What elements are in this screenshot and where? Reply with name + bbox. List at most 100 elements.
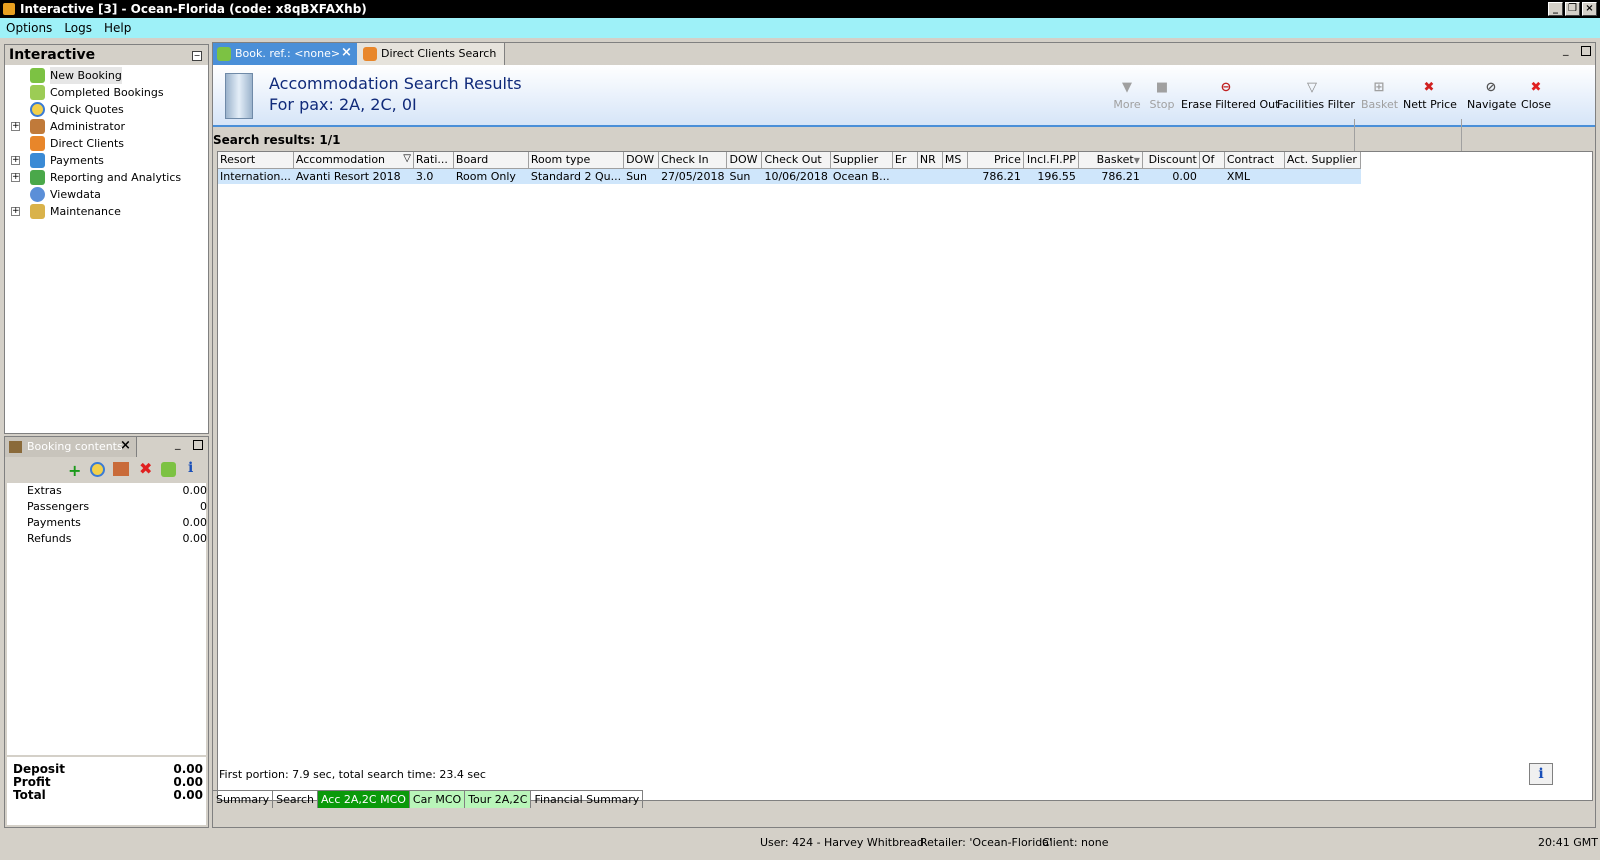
close-tab-icon[interactable]: ×: [341, 45, 352, 60]
clock-icon[interactable]: [90, 462, 105, 477]
payments-icon: [30, 153, 45, 168]
maximize-panel-icon[interactable]: [193, 440, 203, 450]
nav-item-direct-clients[interactable]: Direct Clients: [5, 135, 205, 152]
column-header[interactable]: DOW: [726, 152, 763, 169]
delete-icon[interactable]: ✖: [139, 459, 152, 478]
erase-filtered-out-button[interactable]: ⊖ Erase Filtered Out: [1181, 81, 1279, 112]
results-grid: Resort Accommodation ▽ Rati... Board Room…: [217, 151, 1593, 801]
column-header[interactable]: Board: [453, 152, 529, 169]
info-icon: i: [1538, 766, 1544, 782]
stop-button[interactable]: ■ Stop: [1147, 80, 1177, 112]
cart-icon[interactable]: [113, 462, 129, 476]
column-header[interactable]: Act. Supplier: [1284, 152, 1361, 169]
palm-tree-icon: [30, 68, 45, 83]
grand-total: Total 0.00: [13, 788, 203, 802]
status-bar: User: 424 - Harvey Whitbread Retailer: '…: [0, 830, 1600, 860]
table-header-row: Resort Accommodation ▽ Rati... Board Room…: [218, 152, 1361, 169]
menu-help[interactable]: Help: [98, 18, 137, 38]
info-icon[interactable]: i: [188, 460, 193, 476]
expand-icon[interactable]: +: [11, 207, 20, 216]
column-header[interactable]: Supplier: [830, 152, 893, 169]
column-header[interactable]: NR: [917, 152, 943, 169]
nav-item-payments[interactable]: + Payments: [5, 152, 205, 169]
tab-search[interactable]: Search: [273, 791, 318, 808]
list-item: Extras 0.00: [27, 484, 207, 497]
info-button[interactable]: i: [1529, 763, 1553, 785]
close-tab-icon[interactable]: ×: [120, 438, 131, 453]
facilities-filter-button[interactable]: ▽ Facilities Filter: [1277, 81, 1355, 112]
close-button[interactable]: ✖ Close: [1519, 81, 1553, 112]
collapse-nav-button[interactable]: −: [192, 51, 202, 61]
clock-icon: [30, 102, 45, 117]
column-header[interactable]: Resort: [218, 152, 294, 169]
nav-item-quick-quotes[interactable]: Quick Quotes: [5, 101, 205, 118]
column-header[interactable]: MS: [942, 152, 968, 169]
booking-contents-panel: Booking contents × _ + ✖ i Extras 0.00 Pa…: [4, 436, 209, 828]
nav-item-viewdata[interactable]: Viewdata: [5, 186, 205, 203]
admin-user-icon: [30, 119, 45, 134]
list-item: Passengers 0: [27, 500, 207, 513]
tab-direct-clients-search[interactable]: Direct Clients Search: [357, 43, 505, 65]
column-header[interactable]: DOW: [623, 152, 660, 169]
globe-icon: [30, 187, 45, 202]
status-retailer: Retailer: 'Ocean-Florida': [920, 836, 1052, 849]
minimize-panel-icon[interactable]: _: [175, 437, 181, 450]
table-row[interactable]: Internation... Avanti Resort 2018 3.0 Ro…: [218, 168, 1361, 184]
menu-logs[interactable]: Logs: [58, 18, 98, 38]
basket-icon: ⊞: [1373, 80, 1385, 95]
nett-price-icon: ✖: [1423, 80, 1435, 95]
nett-price-button[interactable]: ✖ Nett Price: [1403, 80, 1457, 112]
column-header[interactable]: Discount: [1142, 152, 1200, 169]
expand-icon[interactable]: +: [11, 122, 20, 131]
maximize-area-icon[interactable]: [1581, 46, 1591, 56]
filter-icon[interactable]: ▽: [403, 153, 411, 164]
nav-item-completed-bookings[interactable]: Completed Bookings: [5, 84, 205, 101]
main-area: Book. ref.: <none> × Direct Clients Sear…: [212, 42, 1596, 828]
minimize-button[interactable]: _: [1548, 2, 1563, 16]
tab-car[interactable]: Car MCO: [409, 791, 466, 808]
navigate-button[interactable]: ⊘ Navigate: [1467, 81, 1516, 112]
status-user: User: 424 - Harvey Whitbread: [760, 836, 924, 849]
clients-icon: [363, 47, 377, 61]
list-item: Refunds 0.00: [27, 532, 207, 545]
maintenance-icon: [30, 204, 45, 219]
column-header[interactable]: Price: [967, 152, 1024, 169]
more-button[interactable]: ▼ More: [1111, 80, 1143, 112]
booking-contents-tab[interactable]: Booking contents ×: [5, 437, 137, 457]
column-header[interactable]: Rati...: [413, 152, 454, 169]
column-header[interactable]: Er: [892, 152, 918, 169]
expand-icon[interactable]: +: [11, 173, 20, 182]
booking-icon: [9, 441, 22, 453]
nav-item-new-booking[interactable]: New Booking: [5, 67, 205, 84]
tab-financial-summary[interactable]: Financial Summary: [531, 791, 644, 808]
column-header[interactable]: Accommodation ▽: [293, 152, 414, 169]
column-header[interactable]: Check In: [658, 152, 728, 169]
tab-booking[interactable]: Book. ref.: <none> ×: [213, 43, 357, 65]
column-header[interactable]: Of: [1199, 152, 1225, 169]
stop-icon: ■: [1155, 80, 1169, 95]
menu-options[interactable]: Options: [0, 18, 58, 38]
palm-tree-icon[interactable]: [161, 462, 176, 477]
nav-item-administrator[interactable]: + Administrator: [5, 118, 205, 135]
column-header[interactable]: Check Out: [761, 152, 831, 169]
close-window-button[interactable]: ×: [1582, 2, 1597, 16]
column-header[interactable]: Room type: [528, 152, 625, 169]
tab-summary[interactable]: Summary: [213, 791, 274, 808]
window-titlebar: Interactive [3] - Ocean-Florida (code: x…: [0, 0, 1600, 18]
nav-item-reporting[interactable]: + Reporting and Analytics: [5, 169, 205, 186]
minimize-area-icon[interactable]: _: [1563, 43, 1569, 56]
column-header[interactable]: Incl.Fl.PP: [1023, 152, 1079, 169]
restore-button[interactable]: ❐: [1565, 2, 1580, 16]
palm-tree-icon: [30, 85, 45, 100]
tab-tour[interactable]: Tour 2A,2C: [465, 791, 532, 808]
sort-icon: ▼: [1133, 156, 1140, 166]
column-header[interactable]: Contract: [1224, 152, 1285, 169]
down-arrow-icon: ▼: [1122, 80, 1132, 95]
basket-button[interactable]: ⊞ Basket: [1361, 80, 1398, 112]
expand-icon[interactable]: +: [11, 156, 20, 165]
nav-item-maintenance[interactable]: + Maintenance: [5, 203, 205, 220]
building-icon: [225, 73, 253, 119]
add-icon[interactable]: +: [68, 461, 81, 480]
column-header[interactable]: Basket▼: [1078, 152, 1143, 169]
tab-acc[interactable]: Acc 2A,2C MCO: [317, 791, 410, 808]
